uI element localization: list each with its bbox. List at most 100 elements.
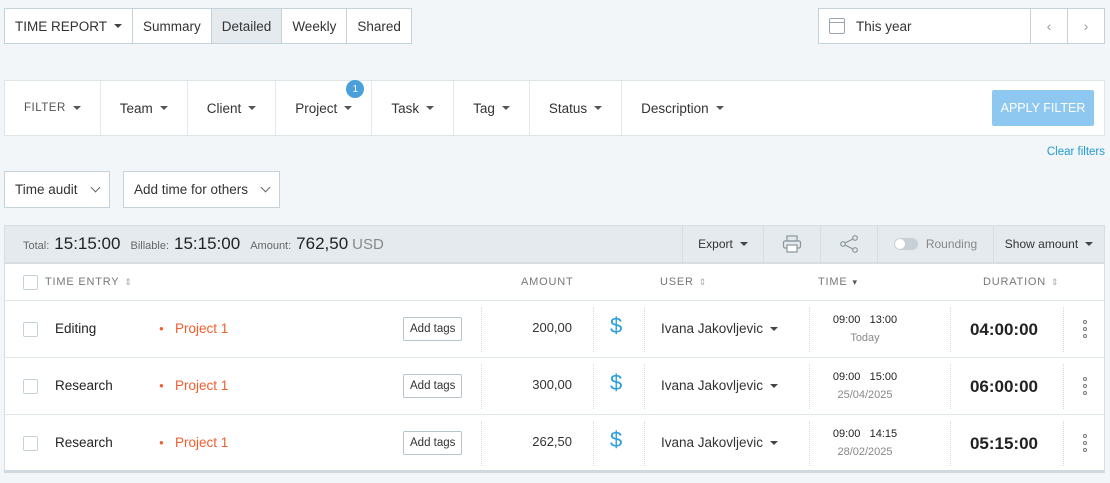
currency-label: USD (352, 236, 384, 253)
header-duration[interactable]: DURATION ⇕ (983, 276, 1059, 288)
billable-icon[interactable]: $ (610, 427, 622, 453)
entry-project[interactable]: Project 1 (159, 378, 228, 393)
more-options-icon[interactable] (1083, 377, 1087, 395)
date-range-field[interactable]: This year (819, 9, 1030, 43)
entry-description[interactable]: Editing (55, 321, 96, 336)
header-user-label: USER (660, 276, 694, 288)
chevron-down-icon (260, 182, 271, 193)
table-header: TIME ENTRY ⇕ AMOUNT USER ⇕ TIME ▾ DURATION ⇕ (5, 264, 1104, 301)
divider (1063, 307, 1064, 352)
entry-description[interactable]: Research (55, 435, 113, 450)
entry-time-range[interactable]: 09:00 13:00 Today (832, 314, 898, 344)
entry-time-range[interactable]: 09:00 14:15 28/02/2025 (832, 428, 898, 458)
header-time[interactable]: TIME ▾ (818, 276, 857, 288)
caret-down-icon (594, 106, 603, 110)
caret-down-icon (72, 106, 81, 110)
billable-value: 15:15:00 (174, 234, 241, 253)
caret-down-icon (159, 106, 168, 110)
add-tags-button[interactable]: Add tags (403, 317, 463, 341)
export-label: Export (698, 237, 733, 251)
entry-project[interactable]: Project 1 (159, 321, 228, 336)
divider (593, 364, 594, 409)
add-tags-button[interactable]: Add tags (403, 431, 463, 455)
more-options-icon[interactable] (1083, 320, 1087, 338)
divider (950, 421, 951, 466)
show-amount-label: Show amount (1004, 237, 1079, 251)
table-row: Research Project 1 Add tags 262,50 $ Iva… (5, 415, 1104, 472)
tab-detailed[interactable]: Detailed (210, 8, 282, 44)
header-time-label: TIME (818, 276, 848, 288)
header-duration-label: DURATION (983, 276, 1047, 288)
tab-weekly[interactable]: Weekly (281, 8, 347, 44)
divider (593, 421, 594, 466)
divider (593, 307, 594, 352)
share-button[interactable] (820, 226, 877, 262)
billable-label: Billable: (130, 240, 170, 252)
entry-user: Ivana Jakovljevic (661, 435, 764, 450)
end-time: 14:15 (869, 428, 898, 440)
time-audit-dropdown[interactable]: Time audit (4, 171, 110, 208)
caret-down-icon (1085, 242, 1094, 246)
more-options-icon[interactable] (1083, 434, 1087, 452)
filter-description[interactable]: Description (622, 81, 743, 135)
entry-user-dropdown[interactable]: Ivana Jakovljevic (661, 435, 779, 450)
total-label: Total: (23, 240, 50, 252)
entry-amount: 300,00 (532, 377, 572, 392)
entry-duration[interactable]: 06:00:00 (970, 377, 1038, 397)
filter-tag[interactable]: Tag (454, 81, 530, 135)
next-period-button[interactable]: › (1067, 9, 1104, 43)
filter-status[interactable]: Status (530, 81, 623, 135)
tab-summary[interactable]: Summary (132, 8, 211, 44)
entry-user-dropdown[interactable]: Ivana Jakovljevic (661, 378, 779, 393)
divider (809, 421, 810, 466)
filter-client[interactable]: Client (188, 81, 277, 135)
header-time-entry-label: TIME ENTRY (45, 276, 120, 288)
start-time: 09:00 (832, 428, 861, 440)
add-time-for-others-dropdown[interactable]: Add time for others (123, 171, 281, 208)
caret-down-icon (501, 106, 510, 110)
billable-icon[interactable]: $ (610, 370, 622, 396)
show-amount-dropdown[interactable]: Show amount (993, 226, 1104, 262)
entry-date: Today (850, 332, 880, 344)
select-all-checkbox[interactable] (23, 275, 38, 290)
amount-value: 762,50 (296, 234, 349, 253)
filter-task[interactable]: Task (372, 81, 455, 135)
time-report-dropdown[interactable]: TIME REPORT (4, 8, 133, 44)
header-time-entry[interactable]: TIME ENTRY ⇕ (45, 276, 132, 288)
clear-filters-link[interactable]: Clear filters (1047, 146, 1105, 158)
divider (644, 307, 645, 352)
rounding-toggle[interactable]: Rounding (877, 226, 993, 262)
add-tags-button[interactable]: Add tags (403, 374, 463, 398)
billable-icon[interactable]: $ (610, 313, 622, 339)
row-checkbox[interactable] (23, 379, 38, 394)
time-audit-label: Time audit (15, 182, 78, 197)
prev-period-button[interactable]: ‹ (1030, 9, 1067, 43)
export-dropdown[interactable]: Export (682, 226, 763, 262)
divider (950, 307, 951, 352)
entry-duration[interactable]: 05:15:00 (970, 434, 1038, 454)
entry-user-dropdown[interactable]: Ivana Jakovljevic (661, 321, 779, 336)
entry-duration[interactable]: 04:00:00 (970, 320, 1038, 340)
filter-team[interactable]: Team (101, 81, 188, 135)
share-icon (840, 235, 858, 253)
divider (644, 421, 645, 466)
row-checkbox[interactable] (23, 436, 38, 451)
filter-dropdown[interactable]: FILTER (5, 81, 101, 135)
toggle-switch[interactable] (893, 238, 918, 250)
divider (950, 364, 951, 409)
print-button[interactable] (763, 226, 820, 262)
caret-down-icon (770, 440, 779, 445)
tab-shared[interactable]: Shared (346, 8, 412, 44)
rounding-label: Rounding (925, 237, 978, 251)
entry-time-range[interactable]: 09:00 15:00 25/04/2025 (832, 371, 898, 401)
row-checkbox[interactable] (23, 322, 38, 337)
filter-project[interactable]: Project 1 (276, 80, 373, 135)
entry-description[interactable]: Research (55, 378, 113, 393)
entry-project[interactable]: Project 1 (159, 435, 228, 450)
header-user[interactable]: USER ⇕ (660, 276, 706, 288)
filter-team-label: Team (119, 100, 153, 116)
sort-icon: ⇕ (1051, 277, 1059, 287)
apply-filter-button[interactable]: APPLY FILTER (992, 90, 1094, 126)
table-row: Research Project 1 Add tags 300,00 $ Iva… (5, 358, 1104, 415)
caret-down-icon (715, 106, 724, 110)
